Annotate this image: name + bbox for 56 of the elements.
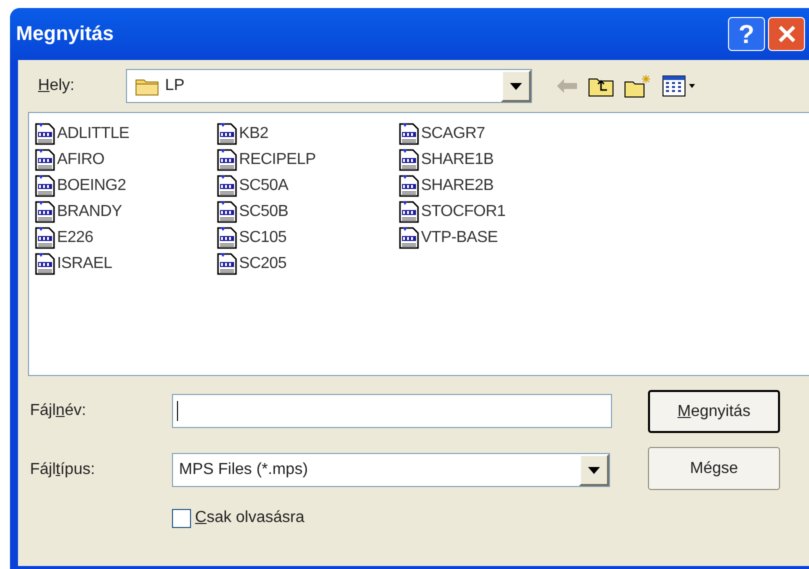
filename-label: Fájlnév: bbox=[30, 401, 88, 421]
new-folder-icon[interactable] bbox=[624, 74, 652, 98]
file-item[interactable]: BRANDY bbox=[35, 201, 217, 223]
document-icon bbox=[217, 201, 237, 223]
file-item[interactable]: SC205 bbox=[217, 253, 399, 275]
document-icon bbox=[35, 201, 55, 223]
dropdown-button[interactable] bbox=[579, 454, 609, 486]
document-icon bbox=[399, 149, 419, 171]
file-item[interactable]: KB2 bbox=[217, 123, 399, 145]
document-icon bbox=[35, 175, 55, 197]
document-icon bbox=[217, 253, 237, 275]
document-icon bbox=[35, 149, 55, 171]
location-label: Hely: bbox=[38, 76, 76, 96]
document-icon bbox=[399, 123, 419, 145]
file-item[interactable]: AFIRO bbox=[35, 149, 217, 171]
view-menu-icon[interactable] bbox=[662, 75, 696, 97]
file-item[interactable]: SC50B bbox=[217, 201, 399, 223]
file-item[interactable]: RECIPELP bbox=[217, 149, 399, 171]
file-item[interactable]: E226 bbox=[35, 227, 217, 249]
document-icon bbox=[399, 227, 419, 249]
location-combo[interactable]: LP bbox=[126, 69, 532, 103]
checkbox[interactable] bbox=[172, 508, 191, 528]
document-icon bbox=[399, 201, 419, 223]
document-icon bbox=[217, 123, 237, 145]
document-icon bbox=[217, 149, 237, 171]
document-icon bbox=[35, 253, 55, 275]
file-item[interactable]: SHARE1B bbox=[399, 149, 581, 171]
help-button[interactable]: ? bbox=[728, 17, 765, 51]
file-item[interactable]: BOEING2 bbox=[35, 175, 217, 197]
file-item[interactable]: SCAGR7 bbox=[399, 123, 581, 145]
document-icon bbox=[217, 227, 237, 249]
dropdown-button[interactable] bbox=[501, 70, 531, 102]
filetype-label: Fájltípus: bbox=[30, 460, 96, 480]
document-icon bbox=[399, 175, 419, 197]
file-item[interactable]: VTP-BASE bbox=[399, 227, 581, 249]
close-icon bbox=[776, 24, 796, 44]
filetype-value: MPS Files (*.mps) bbox=[178, 460, 309, 480]
file-item[interactable]: SC50A bbox=[217, 175, 399, 197]
dialog-button[interactable]: Megnyitás bbox=[648, 390, 780, 433]
document-icon bbox=[35, 227, 55, 249]
dialog-button[interactable]: Mégse bbox=[648, 447, 780, 490]
file-item[interactable]: STOCFOR1 bbox=[399, 201, 581, 223]
caret-icon bbox=[588, 466, 600, 474]
readonly-checkbox[interactable]: Csak olvasásra bbox=[172, 506, 612, 530]
file-item[interactable]: SHARE2B bbox=[399, 175, 581, 197]
file-item[interactable]: ADLITTLE bbox=[35, 123, 217, 145]
location-value: LP bbox=[165, 76, 186, 96]
close-button[interactable] bbox=[768, 17, 805, 51]
caret-icon bbox=[510, 82, 522, 90]
filename-field[interactable] bbox=[172, 394, 612, 428]
file-item[interactable]: ISRAEL bbox=[35, 253, 217, 275]
file-item[interactable]: SC105 bbox=[217, 227, 399, 249]
document-icon bbox=[217, 175, 237, 197]
window-title: Megnyitás bbox=[15, 22, 115, 47]
filetype-combo[interactable]: MPS Files (*.mps) bbox=[172, 453, 610, 487]
document-icon bbox=[35, 123, 55, 145]
